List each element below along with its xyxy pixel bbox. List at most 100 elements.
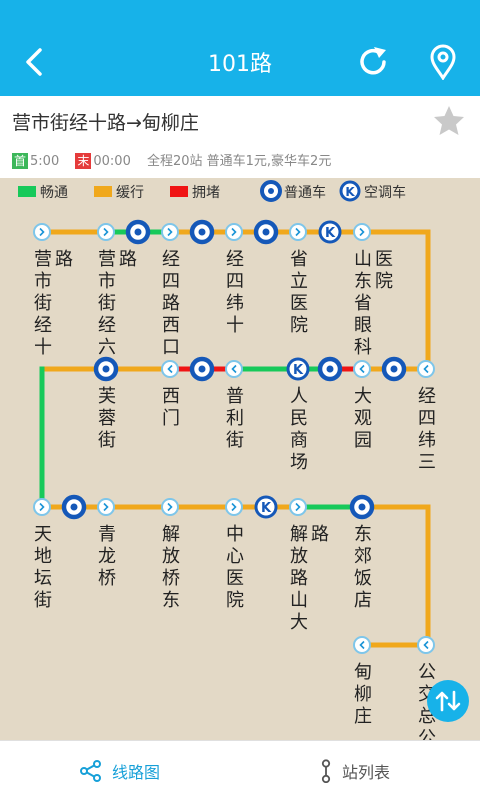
station-name-char: 市	[34, 271, 52, 292]
station-name-char: 经	[98, 315, 116, 336]
station-name-char: 经	[418, 386, 436, 407]
station-name-char: 解	[162, 524, 180, 545]
location-pin-icon[interactable]	[428, 44, 458, 80]
station-name-char: 科	[354, 337, 372, 358]
tab-station-list[interactable]: 站列表	[320, 741, 390, 801]
station-name-char: 园	[354, 430, 372, 451]
station-dot	[161, 360, 179, 378]
station-dot	[225, 223, 243, 241]
station-name-char: 解	[290, 524, 308, 545]
last-bus-tag: 末	[75, 153, 92, 169]
station-name-char: 四	[162, 271, 180, 292]
ac-bus-letter: K	[261, 501, 272, 516]
station-marker[interactable]: 山东省眼科 医院	[353, 223, 393, 358]
swap-direction-icon	[435, 690, 461, 712]
station-name-char: 路	[55, 249, 73, 270]
station-dot	[417, 360, 435, 378]
station-marker[interactable]: 经四纬三	[417, 360, 436, 473]
station-dot	[33, 498, 51, 516]
station-dot	[353, 636, 371, 654]
station-name-char: 纬	[418, 430, 436, 451]
station-marker[interactable]: 营市街经六 路	[97, 223, 137, 358]
station-name-char: 地	[34, 546, 52, 567]
station-marker[interactable]: 大观园	[353, 360, 372, 451]
route-map: 畅通 缓行 拥堵 普通车 K 空调车 营市街经十路营市街经六路经四路西口经四纬十…	[0, 178, 480, 749]
station-name-char: 利	[226, 408, 244, 429]
legend-swatch-smooth	[18, 186, 36, 197]
first-bus-tag: 首	[12, 153, 29, 169]
station-name-char: 饭	[354, 568, 372, 589]
station-marker[interactable]: 解放桥东	[161, 498, 180, 611]
bus-icon-dot	[262, 228, 270, 236]
station-name-char: 经	[34, 315, 52, 336]
bus-icon-dot	[358, 503, 366, 511]
bus-normal-icon-dot	[268, 188, 274, 194]
station-name-char: 路	[119, 249, 137, 270]
station-marker[interactable]: 西门	[161, 360, 180, 429]
station-dot	[353, 223, 371, 241]
station-name-char: 山	[354, 249, 372, 270]
station-marker[interactable]: 解放路山大 路	[289, 498, 329, 633]
legend-label-normal-bus: 普通车	[284, 184, 326, 201]
route-map-canvas: 畅通 缓行 拥堵 普通车 K 空调车 营市街经十路 营市街经六路 经四路西口经四纬十…	[18, 180, 436, 749]
tab-route-map-label: 线路图	[112, 763, 161, 782]
station-dot	[97, 498, 115, 516]
station-name-char: 芙	[98, 386, 116, 407]
station-name-char: 公	[418, 728, 436, 740]
station-marker[interactable]: 经四路西口	[161, 223, 180, 358]
station-name-char: 中	[226, 524, 244, 545]
station-name-char: 观	[354, 408, 372, 429]
station-marker[interactable]: 中心医院	[225, 498, 244, 611]
bottom-tab-bar: 线路图 站列表	[0, 740, 480, 800]
first-bus-time: 5:00	[30, 154, 60, 169]
route-summary: 全程20站 普通车1元,豪华车2元	[146, 154, 332, 169]
station-marker[interactable]: 经四纬十	[225, 223, 244, 336]
station-name-char: 六	[98, 337, 116, 358]
station-name-char: 十	[34, 337, 52, 358]
station-name-char: 青	[98, 524, 116, 545]
station-name-char: 郊	[354, 546, 372, 567]
stations: 营市街经十路 营市街经六路 经四路西口经四纬十省立医院山东省眼科医院经四纬三大观园人…	[33, 223, 436, 749]
bus-icon-dot	[198, 365, 206, 373]
station-marker[interactable]: 普利街	[225, 360, 244, 451]
tab-route-map[interactable]: 线路图	[80, 741, 160, 801]
station-name-char: 桥	[98, 568, 116, 589]
station-name-char: 门	[162, 408, 180, 429]
station-marker[interactable]: 天地坛街	[33, 498, 52, 611]
station-dot	[353, 360, 371, 378]
route-times: 首 5:00 末 00:00 全程20站 普通车1元,豪华车2元	[12, 150, 331, 169]
station-name-char: 街	[226, 430, 244, 451]
station-marker[interactable]: 甸柳庄	[353, 636, 372, 727]
station-name-char: 四	[226, 271, 244, 292]
bus-icon-dot	[70, 503, 78, 511]
station-marker[interactable]: 省立医院	[289, 223, 308, 336]
station-name-char: 医	[290, 293, 308, 314]
page-title: 101路	[208, 52, 272, 77]
station-dot	[161, 498, 179, 516]
station-dot	[289, 223, 307, 241]
station-dot	[225, 498, 243, 516]
station-dot	[225, 360, 243, 378]
station-name-char: 纬	[226, 293, 244, 314]
refresh-icon[interactable]	[355, 44, 391, 80]
station-name-char: 东	[354, 271, 372, 292]
legend-label-smooth: 畅通	[40, 185, 68, 201]
station-name-char: 桥	[162, 568, 180, 589]
tab-station-list-label: 站列表	[342, 763, 391, 782]
station-name-char: 街	[34, 590, 52, 611]
station-dot	[417, 636, 435, 654]
station-name-char: 四	[418, 408, 436, 429]
station-name-char: 路	[311, 524, 329, 545]
legend: 畅通 缓行 拥堵 普通车 K 空调车	[18, 180, 406, 202]
app-header: 101路	[0, 0, 480, 96]
favorite-star-icon[interactable]	[432, 104, 466, 138]
station-name-char: 普	[226, 386, 244, 407]
legend-swatch-jam	[170, 186, 188, 197]
station-name-char: 市	[98, 271, 116, 292]
station-marker[interactable]: 青龙桥	[97, 498, 116, 589]
station-marker[interactable]: 营市街经十 路	[33, 223, 73, 358]
bus-ac-icon-letter: K	[345, 185, 355, 199]
swap-direction-button[interactable]	[427, 680, 469, 722]
station-name-char: 十	[226, 315, 244, 336]
station-name-char: 医	[375, 249, 393, 270]
